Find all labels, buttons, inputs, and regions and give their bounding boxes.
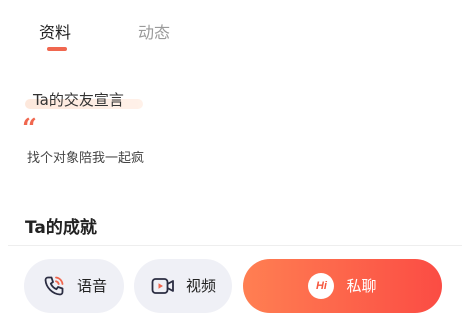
- declaration-text: 找个对象陪我一起疯: [27, 151, 145, 166]
- video-camera-icon: [150, 273, 176, 299]
- video-call-label: 视频: [186, 277, 217, 295]
- declaration-heading: Ta的交友宣言: [25, 89, 143, 111]
- profile-page: 资料 动态 Ta的交友宣言 “ 找个对象陪我一起疯 Ta的成就 语音 视频 Hi…: [0, 0, 470, 318]
- tab-activity[interactable]: 动态: [138, 23, 170, 43]
- video-call-button[interactable]: 视频: [134, 259, 232, 313]
- voice-call-button[interactable]: 语音: [24, 259, 124, 313]
- private-chat-label: 私聊: [346, 277, 377, 295]
- action-bar-divider: [8, 245, 462, 246]
- achievements-title: Ta的成就: [25, 218, 97, 238]
- private-chat-button[interactable]: Hi 私聊: [243, 259, 442, 313]
- active-tab-indicator: [47, 47, 67, 51]
- quote-icon: “: [22, 114, 37, 144]
- voice-call-label: 语音: [77, 277, 108, 295]
- phone-call-icon: [41, 273, 67, 299]
- hi-bubble-icon: Hi: [308, 273, 335, 299]
- tab-profile[interactable]: 资料: [39, 23, 71, 43]
- declaration-title: Ta的交友宣言: [33, 91, 124, 109]
